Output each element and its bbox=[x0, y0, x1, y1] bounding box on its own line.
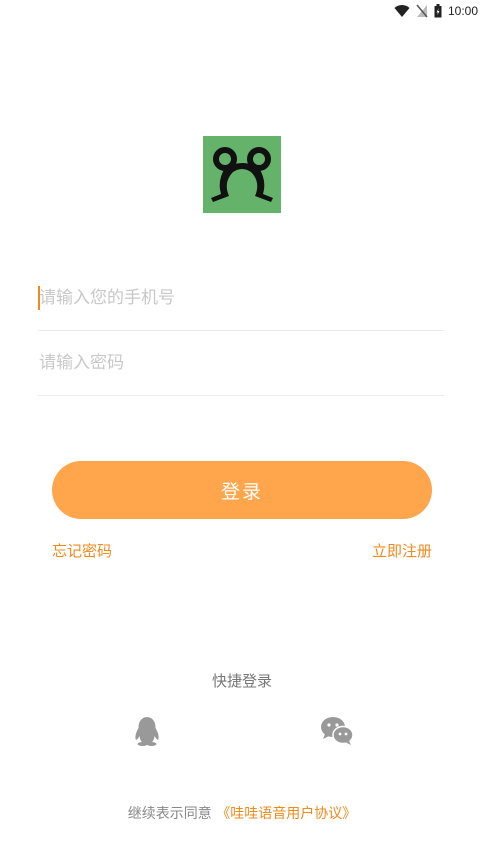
no-signal-icon bbox=[416, 4, 428, 18]
frog-logo-icon bbox=[211, 147, 273, 202]
quick-login-title: 快捷登录 bbox=[211, 672, 272, 690]
battery-icon bbox=[434, 4, 442, 18]
login-button[interactable]: 登录 bbox=[52, 461, 432, 519]
password-input[interactable] bbox=[38, 353, 444, 373]
text-cursor bbox=[38, 286, 40, 310]
user-agreement-link[interactable]: 《哇哇语音用户协议》 bbox=[216, 806, 356, 822]
app-logo bbox=[203, 136, 281, 213]
password-field[interactable] bbox=[38, 331, 444, 396]
register-link[interactable]: 立即注册 bbox=[372, 540, 432, 561]
qq-login-button[interactable] bbox=[130, 714, 164, 748]
agreement-text: 继续表示同意 《哇哇语音用户协议》 bbox=[0, 803, 484, 823]
status-bar: 10:00 bbox=[0, 0, 484, 22]
qq-icon bbox=[135, 717, 159, 746]
wifi-icon bbox=[394, 4, 410, 18]
wechat-login-button[interactable] bbox=[320, 714, 354, 748]
login-button-label: 登录 bbox=[220, 480, 263, 503]
phone-input[interactable] bbox=[38, 288, 444, 308]
wechat-icon bbox=[321, 717, 354, 745]
agreement-prefix: 继续表示同意 bbox=[127, 806, 212, 822]
status-time: 10:00 bbox=[447, 4, 478, 18]
phone-field[interactable] bbox=[38, 266, 444, 331]
forgot-password-link[interactable]: 忘记密码 bbox=[52, 540, 112, 561]
